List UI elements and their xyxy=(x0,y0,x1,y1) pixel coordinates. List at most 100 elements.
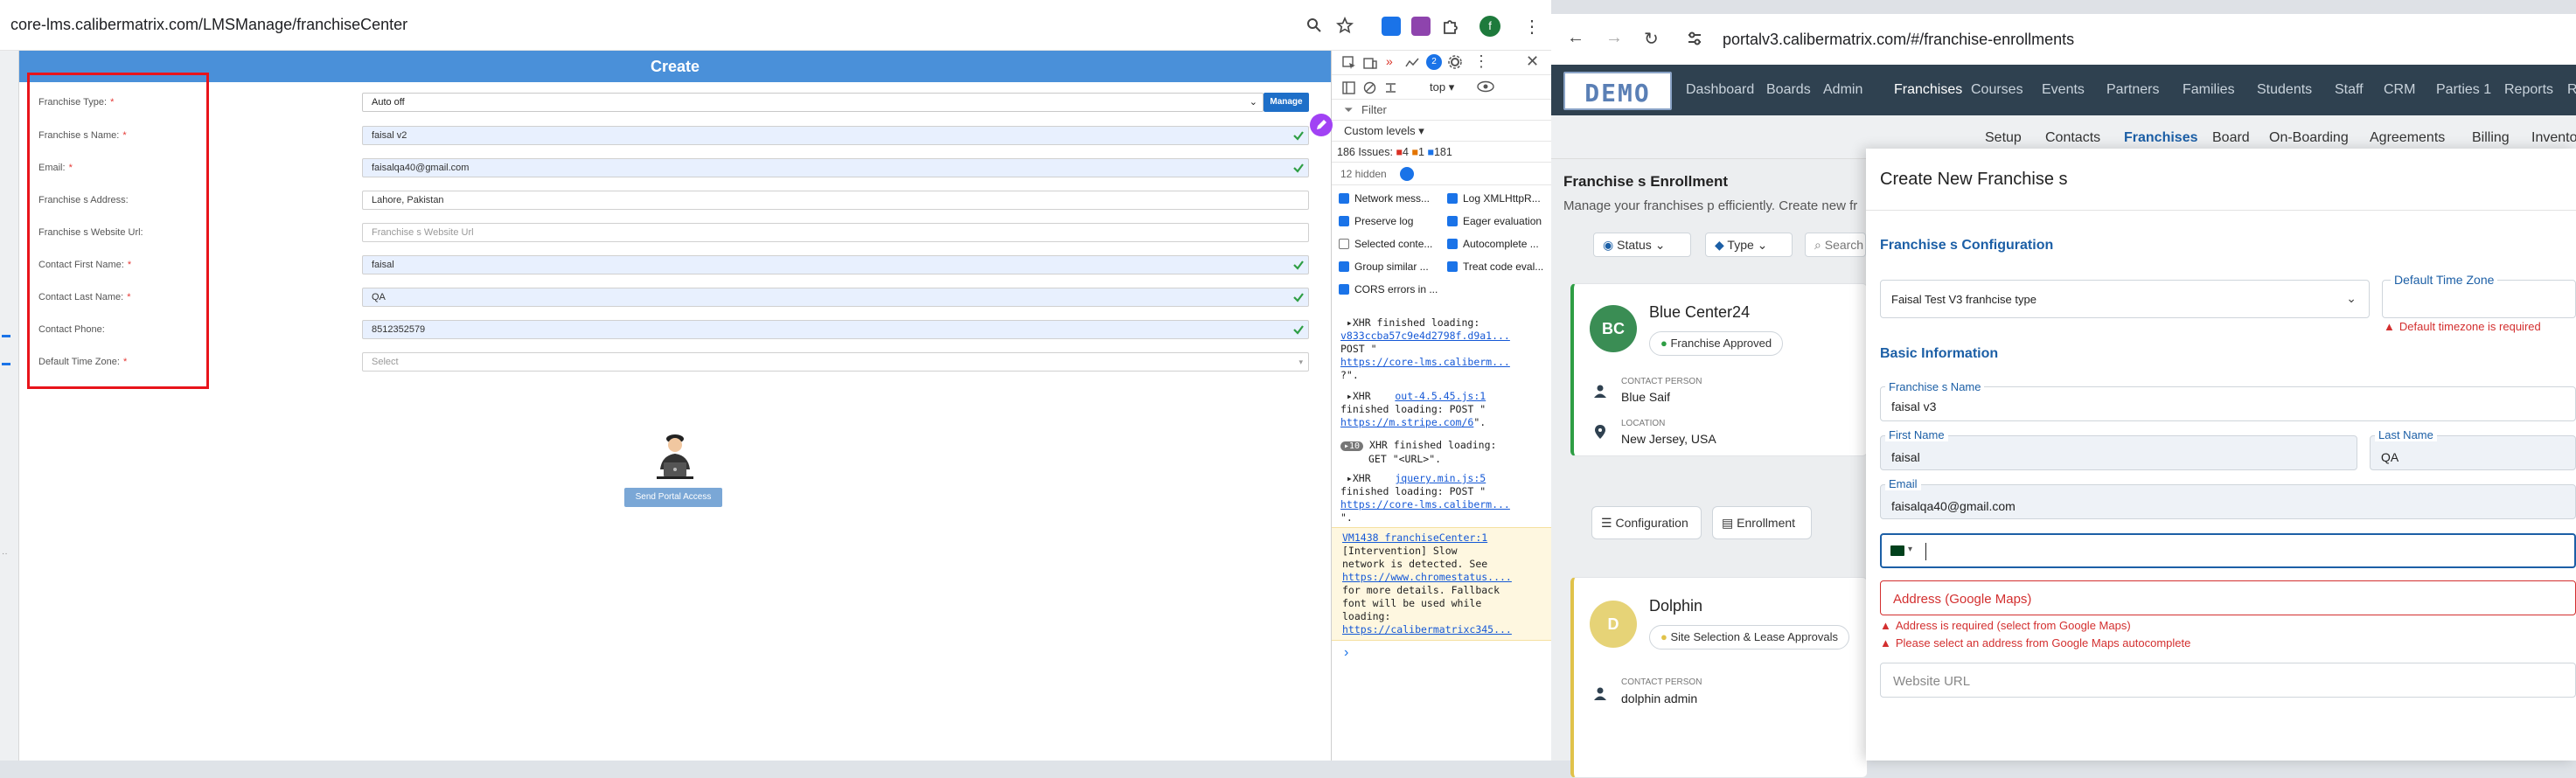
url-text[interactable]: portalv3.calibermatrix.com/#/franchise-e… xyxy=(1723,31,2074,49)
nav-parties[interactable]: Parties 1 xyxy=(2436,82,2491,98)
source-link[interactable]: https://m.stripe.com/6 xyxy=(1340,416,1473,428)
extensions-puzzle-icon[interactable] xyxy=(1441,17,1460,36)
source-link[interactable]: https://core-lms.caliberm... xyxy=(1340,356,1510,368)
nav-more[interactable]: R xyxy=(2567,82,2576,98)
source-link[interactable]: https://core-lms.caliberm... xyxy=(1340,498,1510,511)
nav-courses[interactable]: Courses xyxy=(1971,82,2023,98)
site-info-icon[interactable] xyxy=(1686,30,1703,47)
devtools-more-icon[interactable]: ⋮ xyxy=(1473,52,1489,71)
console-settings-gear-icon[interactable] xyxy=(1400,167,1414,181)
nav-admin[interactable]: Admin xyxy=(1823,82,1862,98)
nav-families[interactable]: Families xyxy=(2183,82,2235,98)
issues-badge-icon[interactable]: 2 xyxy=(1426,54,1442,70)
source-link[interactable]: jquery.min.js:5 xyxy=(1395,472,1486,484)
contact-last-name-input[interactable]: QA xyxy=(362,288,1309,307)
subnav-billing[interactable]: Billing xyxy=(2472,130,2510,146)
franchise-name[interactable]: Dolphin xyxy=(1649,597,1702,615)
email-input[interactable]: faisalqa40@gmail.com xyxy=(1880,484,2576,519)
nav-franchises[interactable]: Franchises xyxy=(1894,82,1962,98)
address-input[interactable]: Lahore, Pakistan xyxy=(362,191,1309,210)
subnav-contacts[interactable]: Contacts xyxy=(2045,130,2100,146)
franchise-card[interactable]: BC Blue Center24 ● Franchise Approved CO… xyxy=(1570,283,1868,456)
checkbox[interactable] xyxy=(1339,261,1349,272)
checkbox[interactable] xyxy=(1339,239,1349,249)
kebab-menu-icon[interactable]: ⋮ xyxy=(1523,16,1541,38)
nav-events[interactable]: Events xyxy=(2042,82,2085,98)
close-icon[interactable]: ✕ xyxy=(1526,52,1539,71)
device-toggle-icon[interactable] xyxy=(1363,56,1377,70)
checkbox[interactable] xyxy=(1339,193,1349,204)
nav-dashboard[interactable]: Dashboard xyxy=(1686,82,1754,98)
address-bar[interactable]: core-lms.calibermatrix.com/LMSManage/fra… xyxy=(0,0,1551,51)
source-link[interactable]: VM1438 franchiseCenter:1 xyxy=(1342,531,1487,544)
time-zone-select[interactable]: Select ▾ xyxy=(362,352,1309,372)
checkbox[interactable] xyxy=(1447,261,1458,272)
log-levels-dropdown[interactable]: Custom levels ▾ xyxy=(1344,124,1424,138)
performance-icon[interactable] xyxy=(1405,56,1419,70)
email-input[interactable]: faisalqa40@gmail.com xyxy=(362,158,1309,177)
filter-row[interactable]: ⏷ Filter xyxy=(1332,100,1552,121)
franchise-name-input[interactable]: faisal v2 xyxy=(362,126,1309,145)
demo-logo[interactable]: DEMO xyxy=(1563,72,1672,110)
console-prompt[interactable]: › xyxy=(1344,645,1348,661)
inspect-element-icon[interactable] xyxy=(1342,56,1356,70)
subnav-board[interactable]: Board xyxy=(2212,130,2250,146)
edit-pencil-icon[interactable] xyxy=(1310,114,1333,136)
address-bar[interactable]: ← → ↻ portalv3.calibermatrix.com/#/franc… xyxy=(1551,14,2576,65)
forward-arrow-icon[interactable]: → xyxy=(1605,28,1623,48)
checkbox[interactable] xyxy=(1447,193,1458,204)
franchise-name[interactable]: Blue Center24 xyxy=(1649,303,1750,322)
franchise-type-select[interactable]: Faisal Test V3 franhcise type ⌄ xyxy=(1880,280,2370,318)
issues-row[interactable]: 186 Issues: ■4 ■1 ■181 xyxy=(1332,142,1552,163)
franchise-type-select[interactable]: Auto off ⌄ xyxy=(362,93,1264,112)
source-link[interactable]: https://www.chromestatus.... xyxy=(1342,571,1512,583)
type-filter[interactable]: ◆ Type ⌄ xyxy=(1705,233,1793,257)
source-link[interactable]: v833ccba57c9e4d2798f.d9a1... xyxy=(1340,330,1510,342)
eye-icon[interactable] xyxy=(1477,80,1494,93)
sources-tab-icon[interactable]: » xyxy=(1386,54,1393,68)
nav-staff[interactable]: Staff xyxy=(2335,82,2364,98)
enrollment-button[interactable]: ▤ Enrollment xyxy=(1712,506,1812,539)
nav-reports[interactable]: Reports xyxy=(2504,82,2553,98)
contact-phone-input[interactable]: 8512352579 xyxy=(362,320,1309,339)
configuration-button[interactable]: ☰ Configuration xyxy=(1591,506,1702,539)
phone-input[interactable]: ▾ xyxy=(1880,533,2576,568)
source-link[interactable]: out-4.5.45.js:1 xyxy=(1395,390,1486,402)
first-name-input[interactable]: faisal xyxy=(1880,435,2357,470)
address-input[interactable]: Address (Google Maps) xyxy=(1880,580,2576,615)
chevron-down-icon[interactable]: ▾ xyxy=(1908,545,1912,554)
website-url-input[interactable]: Franchise s Website Url xyxy=(362,223,1309,242)
back-arrow-icon[interactable]: ← xyxy=(1567,28,1584,48)
checkbox[interactable] xyxy=(1447,216,1458,226)
create-live-expression-icon[interactable] xyxy=(1384,81,1397,94)
profile-avatar[interactable]: f xyxy=(1479,16,1500,37)
subnav-franchises[interactable]: Franchises xyxy=(2124,130,2197,146)
zoom-icon[interactable] xyxy=(1306,17,1322,33)
context-selector[interactable]: top ▾ xyxy=(1430,80,1454,94)
subnav-agreements[interactable]: Agreements xyxy=(2370,130,2445,146)
status-filter[interactable]: ◉ Status ⌄ xyxy=(1593,233,1691,257)
contact-first-name-input[interactable]: faisal xyxy=(362,255,1309,274)
nav-boards[interactable]: Boards xyxy=(1766,82,1811,98)
manage-button[interactable]: Manage xyxy=(1264,93,1309,112)
sidebar-toggle-icon[interactable] xyxy=(1342,81,1355,94)
search-input[interactable]: ⌕ Search franch xyxy=(1805,233,1866,257)
checkbox[interactable] xyxy=(1339,284,1349,295)
website-url-input[interactable]: Website URL xyxy=(1880,663,2576,698)
send-portal-access-button[interactable]: Send Portal Access xyxy=(624,488,722,507)
bookmark-star-icon[interactable] xyxy=(1336,17,1354,34)
filter-input[interactable]: Filter xyxy=(1361,103,1387,116)
subnav-setup[interactable]: Setup xyxy=(1985,130,2022,146)
settings-gear-icon[interactable] xyxy=(1447,54,1463,70)
franchise-card[interactable]: D Dolphin ● Site Selection & Lease Appro… xyxy=(1570,577,1868,778)
issues-counter[interactable]: 186 Issues: ■4 ■1 ■181 xyxy=(1337,146,1452,158)
extension-icon[interactable] xyxy=(1411,17,1431,36)
subnav-onboarding[interactable]: On-Boarding xyxy=(2269,130,2349,146)
nav-crm[interactable]: CRM xyxy=(2384,82,2415,98)
checkbox[interactable] xyxy=(1339,216,1349,226)
nav-partners[interactable]: Partners xyxy=(2106,82,2159,98)
source-link[interactable]: https://calibermatrixc345... xyxy=(1342,623,1512,636)
reload-icon[interactable]: ↻ xyxy=(1644,28,1659,50)
nav-students[interactable]: Students xyxy=(2257,82,2312,98)
clear-console-icon[interactable] xyxy=(1363,81,1376,94)
